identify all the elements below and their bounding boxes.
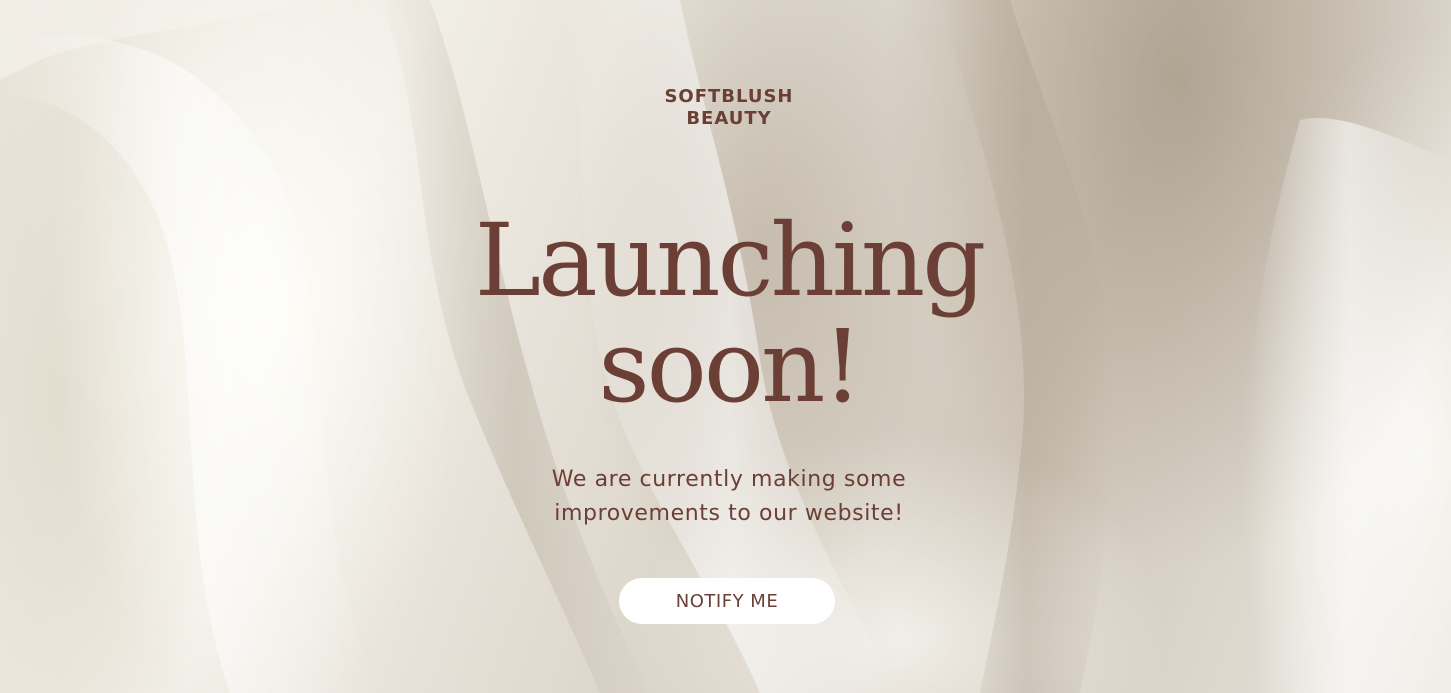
notify-me-button[interactable]: NOTIFY ME (619, 578, 835, 624)
subtitle-line1: We are currently making some (551, 467, 907, 492)
brand-name-line2: BEAUTY (686, 108, 772, 129)
brand-logo: SOFTBLUSH BEAUTY (579, 86, 879, 130)
coming-soon-content: SOFTBLUSH BEAUTY Launching soon! We are … (0, 0, 1451, 693)
subtitle-text: We are currently making some improvement… (479, 463, 979, 531)
page-headline: Launching soon! (429, 208, 1029, 420)
headline-line2: soon! (598, 308, 862, 425)
headline-line1: Launching (474, 202, 987, 319)
subtitle-line2: improvements to our website! (554, 501, 904, 526)
brand-name-line1: SOFTBLUSH (664, 86, 794, 107)
